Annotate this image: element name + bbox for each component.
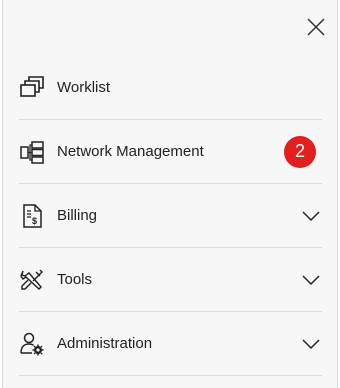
svg-text:$: $ <box>32 216 37 226</box>
close-icon <box>307 18 325 36</box>
chevron-down-icon[interactable] <box>302 338 320 350</box>
menu-item-billing[interactable]: $ Billing <box>19 184 322 248</box>
menu-list: Worklist Network Management 2 $ Billing … <box>3 56 337 376</box>
menu-item-administration[interactable]: Administration <box>19 312 322 376</box>
notification-badge: 2 <box>284 135 316 168</box>
network-icon <box>19 139 45 165</box>
side-menu-panel: Worklist Network Management 2 $ Billing … <box>2 0 338 388</box>
menu-item-label: Administration <box>57 335 153 352</box>
menu-item-label: Worklist <box>57 79 111 96</box>
close-button[interactable] <box>305 16 327 38</box>
worklist-icon <box>19 75 45 101</box>
menu-item-worklist[interactable]: Worklist <box>19 56 322 120</box>
menu-item-label: Tools <box>57 271 93 288</box>
tools-icon <box>19 267 45 293</box>
admin-icon <box>19 331 45 357</box>
menu-item-label: Network Management <box>57 143 204 160</box>
menu-item-network-management[interactable]: Network Management 2 <box>19 120 322 184</box>
billing-icon: $ <box>19 203 45 229</box>
menu-item-tools[interactable]: Tools <box>19 248 322 312</box>
chevron-down-icon[interactable] <box>302 210 320 222</box>
chevron-down-icon[interactable] <box>302 274 320 286</box>
menu-item-label: Billing <box>57 207 98 224</box>
